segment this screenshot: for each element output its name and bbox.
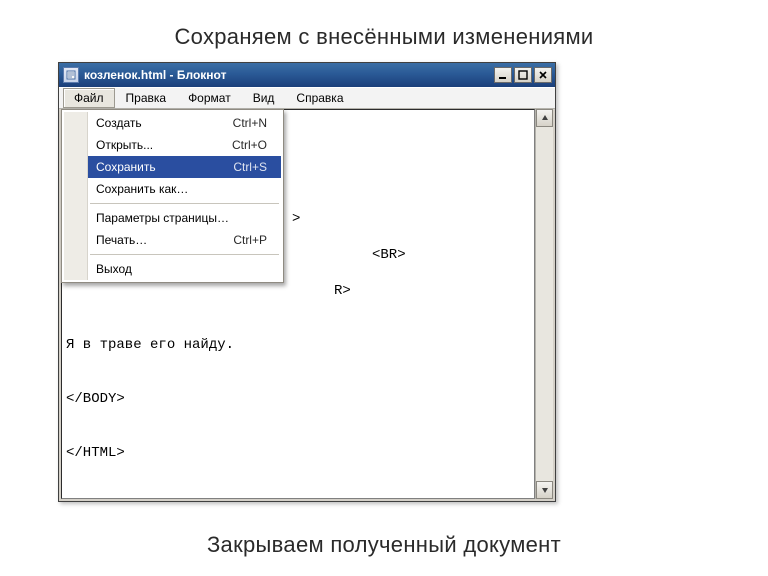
visible-line-fragment: R> bbox=[334, 282, 351, 300]
menu-item-shortcut: Ctrl+N bbox=[233, 116, 267, 130]
menubar: Файл Правка Формат Вид Справка bbox=[59, 87, 555, 109]
slide-caption-bottom: Закрываем полученный документ bbox=[0, 532, 768, 558]
menu-item-label: Создать bbox=[96, 116, 233, 130]
minimize-button[interactable] bbox=[494, 67, 512, 83]
menu-item-exit[interactable]: Выход bbox=[88, 258, 281, 280]
menu-item-open[interactable]: Открыть... Ctrl+O bbox=[88, 134, 281, 156]
menu-item-label: Сохранить как… bbox=[96, 182, 267, 196]
menu-view[interactable]: Вид bbox=[242, 88, 286, 108]
menu-item-label: Сохранить bbox=[96, 160, 233, 174]
document-line: </BODY> bbox=[66, 390, 234, 408]
notepad-icon bbox=[63, 67, 79, 83]
visible-line-fragment: > bbox=[292, 210, 300, 228]
menu-item-label: Печать… bbox=[96, 233, 233, 247]
menu-item-shortcut: Ctrl+O bbox=[232, 138, 267, 152]
scroll-track[interactable] bbox=[536, 127, 553, 481]
menu-help[interactable]: Справка bbox=[285, 88, 354, 108]
menu-item-label: Параметры страницы… bbox=[96, 211, 267, 225]
file-dropdown-menu: Создать Ctrl+N Открыть... Ctrl+O Сохрани… bbox=[61, 109, 284, 283]
menu-edit[interactable]: Правка bbox=[115, 88, 178, 108]
menu-item-shortcut: Ctrl+P bbox=[233, 233, 267, 247]
menu-item-label: Выход bbox=[96, 262, 267, 276]
dropdown-gutter bbox=[64, 112, 88, 280]
menu-format[interactable]: Формат bbox=[177, 88, 242, 108]
scroll-down-icon[interactable] bbox=[536, 481, 553, 499]
menu-item-label: Открыть... bbox=[96, 138, 232, 152]
menu-item-save-as[interactable]: Сохранить как… bbox=[88, 178, 281, 200]
document-line: </HTML> bbox=[66, 444, 234, 462]
visible-line-fragment: <BR> bbox=[372, 246, 406, 264]
menu-item-page-setup[interactable]: Параметры страницы… bbox=[88, 207, 281, 229]
menu-item-save[interactable]: Сохранить Ctrl+S bbox=[88, 156, 281, 178]
close-button[interactable] bbox=[534, 67, 552, 83]
document-line: Я в траве его найду. bbox=[66, 336, 234, 354]
slide-caption-top: Сохраняем с внесёнными изменениями bbox=[0, 0, 768, 50]
menu-separator bbox=[90, 203, 279, 204]
window-title: козленок.html - Блокнот bbox=[84, 68, 492, 82]
menu-separator bbox=[90, 254, 279, 255]
scroll-up-icon[interactable] bbox=[536, 109, 553, 127]
vertical-scrollbar[interactable] bbox=[535, 109, 553, 499]
menu-item-shortcut: Ctrl+S bbox=[233, 160, 267, 174]
menu-file[interactable]: Файл bbox=[63, 88, 115, 108]
maximize-button[interactable] bbox=[514, 67, 532, 83]
menu-item-print[interactable]: Печать… Ctrl+P bbox=[88, 229, 281, 251]
titlebar: козленок.html - Блокнот bbox=[59, 63, 555, 87]
menu-item-new[interactable]: Создать Ctrl+N bbox=[88, 112, 281, 134]
